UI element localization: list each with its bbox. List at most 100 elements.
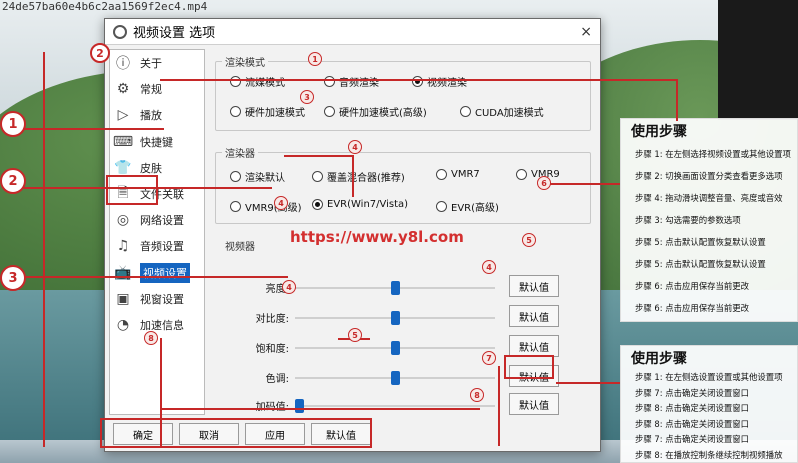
gear-icon: ⚙: [116, 81, 130, 98]
radio-dot: [460, 106, 471, 117]
radio-label: 硬件加速模式(高级): [339, 108, 427, 119]
sidebar-item-label: 常规: [140, 83, 162, 97]
radio-hw-accel[interactable]: 硬件加速模式: [230, 104, 305, 119]
highlight-file-assoc: [106, 175, 158, 205]
slider-track[interactable]: [295, 371, 495, 385]
slider-thumb[interactable]: [390, 371, 400, 385]
dialog-titlebar: 视频设置 选项 ×: [105, 19, 600, 45]
steps-panel-title: 使用步骤: [631, 351, 687, 367]
marker-2: 2: [0, 168, 26, 194]
slider-thumb[interactable]: [390, 311, 400, 325]
radio-dot: [312, 171, 323, 182]
radio-video-render[interactable]: 视频渲染: [412, 74, 467, 89]
radio-dot: [436, 201, 447, 212]
marker-1: 1: [0, 111, 26, 137]
reset-default-button[interactable]: 默认值: [509, 393, 559, 415]
radio-cuda-accel[interactable]: CUDA加速模式: [460, 104, 544, 119]
slider-thumb[interactable]: [390, 341, 400, 355]
radio-dot: [324, 106, 335, 117]
slider-label: 色调:: [265, 374, 289, 385]
dialog-title: 视频设置 选项: [133, 26, 216, 41]
sidebar-item-network[interactable]: ◎ 网络设置: [110, 207, 204, 233]
sidebar-item-hotkeys[interactable]: ⌨ 快捷键: [110, 129, 204, 155]
radio-vmr9-advanced[interactable]: VMR9(高级): [230, 199, 302, 214]
radio-evr[interactable]: EVR(Win7/Vista): [312, 199, 408, 210]
radio-dot: [436, 169, 447, 180]
settings-sidebar: ⓘ 关于 ⚙ 常规 ▷ 播放 ⌨ 快捷键 👕 皮肤 🗎 文件关联 ◎ 网络设置 ♫ 音频设置 📺…: [109, 49, 205, 415]
marker-2: 2: [90, 43, 110, 63]
annotation-line: [22, 276, 288, 278]
step-item: 步骤 1: 在左侧选设置设置或其他设置项: [635, 372, 783, 382]
annotation-line: [556, 382, 620, 384]
play-icon: ▷: [117, 107, 129, 124]
highlight-footer: [100, 418, 372, 448]
sidebar-item-label: 关于: [140, 57, 162, 71]
radio-stream-mode[interactable]: 流媒模式: [230, 74, 285, 89]
radio-dot: [516, 169, 527, 180]
step-item: 步骤 5: 点击默认配置恢复默认设置: [635, 237, 766, 247]
slider-thumb[interactable]: [295, 399, 304, 413]
slider-track[interactable]: [295, 399, 495, 413]
slider-label: 加码值:: [239, 398, 289, 413]
marker-8: 8: [144, 331, 158, 345]
step-item: 步骤 1: 在左侧选择视频设置或其他设置项: [635, 149, 791, 159]
marker-4: 4: [282, 280, 296, 294]
step-item: 步骤 8: 点击确定关闭设置窗口: [635, 418, 749, 429]
window-icon: ▣: [116, 290, 130, 307]
annotation-line: [676, 79, 678, 121]
slider-track[interactable]: [295, 281, 495, 295]
sidebar-item-video[interactable]: 📺 视频设置: [110, 260, 204, 286]
annotation-line: [160, 79, 678, 81]
radio-evr-advanced[interactable]: EVR(高级): [436, 199, 499, 214]
radio-dot: [230, 201, 241, 212]
highlight-default-button: [504, 355, 554, 379]
step-item: 步骤 2: 切换画面设置分类查看更多选项: [635, 171, 783, 181]
radio-dot: [412, 76, 423, 87]
sidebar-item-label: 音频设置: [140, 240, 184, 254]
annotation-line: [160, 408, 480, 410]
network-icon: ◎: [116, 212, 130, 229]
reset-default-button[interactable]: 默认值: [509, 275, 559, 297]
reset-default-button[interactable]: 默认值: [509, 335, 559, 357]
radio-hw-accel-advanced[interactable]: 硬件加速模式(高级): [324, 104, 427, 119]
annotation-line: [22, 187, 272, 189]
sidebar-item-audio[interactable]: ♫ 音频设置: [110, 233, 204, 259]
sidebar-item-playback[interactable]: ▷ 播放: [110, 102, 204, 128]
marker-5: 5: [522, 233, 536, 247]
steps-panel-title: 使用步骤: [631, 124, 687, 140]
slider-thumb[interactable]: [390, 281, 400, 295]
watermark-url: https://www.y8l.com: [290, 228, 464, 246]
radio-dot: [312, 199, 323, 210]
radio-label: 音频渲染: [339, 78, 379, 89]
steps-panel-2: 使用步骤 步骤 1: 在左侧选设置设置或其他设置项 步骤 7: 点击确定关闭设置窗…: [620, 345, 798, 463]
radio-label: 硬件加速模式: [245, 108, 305, 119]
sidebar-item-label: 快捷键: [140, 135, 173, 149]
marker-5: 5: [348, 328, 362, 342]
video-group-title: 视频器: [225, 242, 255, 253]
step-item: 步骤 6: 点击应用保存当前更改: [635, 303, 749, 313]
radio-label: 覆盖混合器(推荐): [327, 173, 405, 184]
marker-4: 4: [274, 196, 288, 210]
step-item: 步骤 7: 点击确定关闭设置窗口: [635, 434, 749, 445]
slider-track[interactable]: [295, 311, 495, 325]
radio-dot: [230, 76, 241, 87]
sidebar-item-about[interactable]: ⓘ 关于: [110, 50, 204, 76]
radio-vmr7[interactable]: VMR7: [436, 169, 480, 180]
slider-row: 亮度: 默认值: [209, 275, 597, 299]
reset-default-button[interactable]: 默认值: [509, 305, 559, 327]
annotation-line: [160, 338, 162, 446]
radio-audio-render[interactable]: 音频渲染: [324, 74, 379, 89]
annotation-line: [43, 52, 45, 447]
app-icon: [113, 24, 127, 39]
marker-8: 8: [470, 388, 484, 402]
radio-label: 渲染默认: [245, 173, 285, 184]
sidebar-item-label: 网络设置: [140, 214, 184, 228]
radio-overlay-mixer[interactable]: 覆盖混合器(推荐): [312, 169, 405, 184]
render-mode-title: 渲染模式: [222, 54, 268, 69]
slider-track[interactable]: [295, 341, 495, 355]
radio-render-default[interactable]: 渲染默认: [230, 169, 285, 184]
slider-label: 对比度:: [255, 314, 289, 325]
sidebar-item-window[interactable]: ▣ 视窗设置: [110, 286, 204, 312]
close-icon[interactable]: ×: [580, 24, 592, 40]
sidebar-item-label: 视频设置: [140, 262, 190, 283]
